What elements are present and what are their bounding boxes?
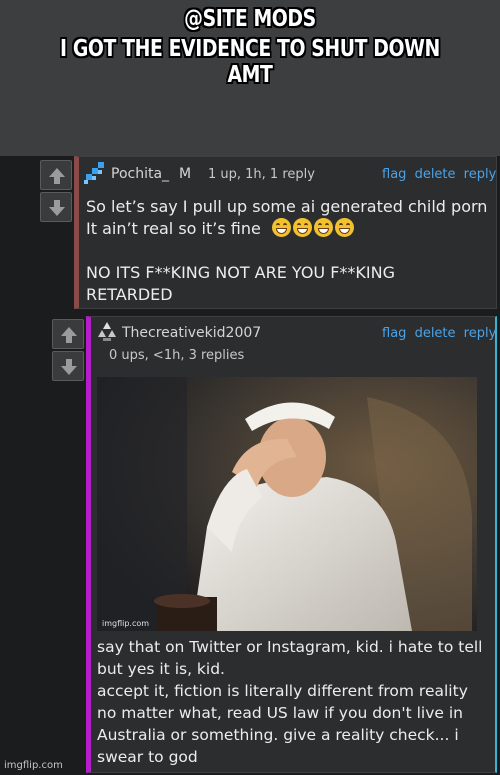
comment-text-line: swear to god [97,748,198,766]
triangle-cluster-icon[interactable] [97,322,117,342]
pixel-pattern-icon[interactable] [84,162,106,184]
grinning-face-emoji [271,218,291,237]
upvote-button[interactable] [52,319,84,349]
comment-meta: 0 ups, <1h, 3 replies [109,348,245,363]
comment-text-line: Australia or something. give a reality c… [97,726,459,744]
comment-text-line [86,240,491,262]
comment-text: say that on Twitter or Instagram, kid. i… [97,636,493,768]
comment-text-line: RETARDED [86,285,173,304]
grinning-face-emoji [313,218,333,237]
comment-text-line: but yes it is, kid. [97,660,225,678]
delete-link[interactable]: delete [415,167,456,182]
comment-text-line: So let’s say I pull up some ai generated… [86,197,488,216]
reply-link[interactable]: reply [464,326,497,341]
image-watermark: imgflip.com [102,619,150,628]
comment-actions: flag delete reply [378,326,496,341]
arrow-up-icon [61,327,77,343]
comment-text-line: say that on Twitter or Instagram, kid. i… [97,638,483,656]
flag-link[interactable]: flag [382,326,406,341]
user-badge: M [179,166,192,182]
meme-caption-line-2: I GOT THE EVIDENCE TO SHUT DOWN AMT [60,36,440,88]
comment-text-line: It ain’t real so it’s fine [86,218,491,240]
comment-text-line: accept it, fiction is literally differen… [97,682,468,700]
downvote-button[interactable] [52,351,84,381]
grinning-face-emoji [292,218,312,237]
delete-link[interactable]: delete [415,326,456,341]
comment-username[interactable]: Pochita_ M [111,166,191,182]
arrow-up-icon [49,168,65,184]
downvote-button[interactable] [40,192,72,222]
comment-meta: 1 up, 1h, 1 reply [208,167,315,182]
upvote-button[interactable] [40,160,72,190]
arrow-down-icon [61,359,77,375]
arrow-down-icon [49,200,65,216]
comment-image[interactable]: imgflip.com [97,377,477,631]
comment-text-line: NO ITS F**KING NOT ARE YOU F**KING [86,263,395,282]
comment-text: So let’s say I pull up some ai generated… [86,196,491,306]
comment-actions: flag delete reply [378,167,496,182]
flag-link[interactable]: flag [382,167,406,182]
grinning-face-emoji [334,218,354,237]
comment-text-line: no matter what, read US law if you don't… [97,704,463,722]
imgflip-watermark: imgflip.com [4,760,63,771]
meme-caption-line-1: @SITE MODS [184,6,316,32]
pope-facepalm-image [97,377,477,631]
comment-username[interactable]: Thecreativekid2007 [122,325,261,341]
reply-link[interactable]: reply [464,167,497,182]
